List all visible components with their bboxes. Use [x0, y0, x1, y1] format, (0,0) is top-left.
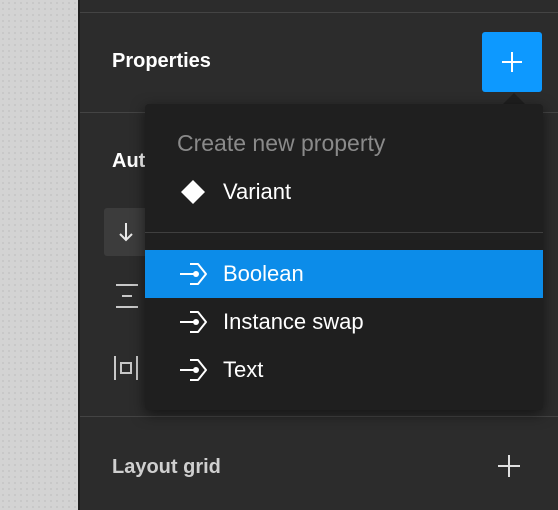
- vertical-direction-button[interactable]: [104, 208, 148, 256]
- layout-grid-section-title: Layout grid: [112, 456, 221, 478]
- section-divider: [80, 416, 558, 417]
- menu-item-boolean[interactable]: Boolean: [145, 250, 543, 298]
- properties-section-title: Properties: [112, 50, 211, 72]
- menu-separator: [145, 232, 543, 233]
- menu-item-label: Variant: [223, 179, 292, 204]
- auto-layout-section-title: Aut: [112, 150, 146, 172]
- canvas-area[interactable]: [0, 0, 78, 510]
- arrow-down-icon: [119, 223, 133, 242]
- plus-icon: [498, 455, 520, 477]
- add-layout-grid-button[interactable]: [496, 453, 522, 479]
- add-property-button[interactable]: [482, 32, 542, 92]
- menu-item-instance-swap[interactable]: Instance swap: [145, 298, 543, 346]
- menu-item-variant[interactable]: Variant: [145, 168, 543, 216]
- diamond-icon: [177, 178, 209, 206]
- dropdown-header: Create new property: [177, 130, 386, 156]
- property-enter-icon: [177, 356, 209, 384]
- vertical-spacing-icon[interactable]: [114, 282, 140, 315]
- section-divider: [80, 12, 558, 13]
- property-enter-icon: [177, 308, 209, 336]
- menu-item-text[interactable]: Text: [145, 346, 543, 394]
- menu-item-label: Boolean: [223, 261, 304, 286]
- padding-icon[interactable]: [112, 354, 140, 387]
- plus-icon: [502, 52, 522, 72]
- menu-item-label: Text: [223, 357, 264, 382]
- create-property-dropdown: Create new property Variant Boolean Inst…: [145, 104, 543, 410]
- property-enter-icon: [177, 260, 209, 288]
- menu-item-label: Instance swap: [223, 309, 364, 334]
